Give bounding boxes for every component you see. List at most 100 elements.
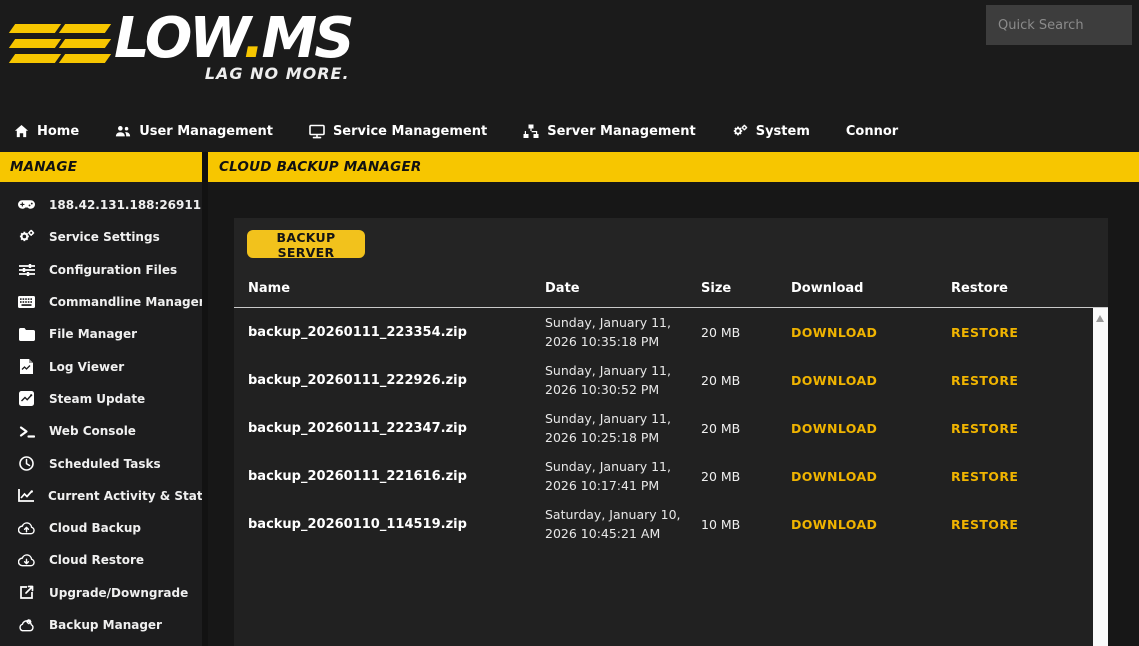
sidebar-item-label: File Manager (49, 327, 137, 341)
cloud-upload-icon (18, 522, 35, 535)
sidebar-item-cloud-backup[interactable]: Cloud Backup (0, 512, 202, 544)
cloud-gear-icon (18, 618, 35, 632)
restore-link[interactable]: RESTORE (951, 517, 1108, 532)
backup-filename: backup_20260111_221616.zip (248, 469, 545, 484)
sitemap-icon (523, 124, 539, 139)
nav-item-service-management[interactable]: Service Management (309, 124, 487, 139)
table-row: backup_20260111_223354.zip Sunday, Janua… (234, 308, 1108, 356)
main-content: BACKUP SERVER Name Date Size Download Re… (208, 182, 1139, 646)
backup-size: 10 MB (701, 517, 791, 532)
sidebar-item-upgrade-downgrade[interactable]: Upgrade/Downgrade (0, 577, 202, 609)
nav-item-user-management[interactable]: User Management (115, 124, 273, 139)
backup-size: 20 MB (701, 373, 791, 388)
backup-filename: backup_20260110_114519.zip (248, 517, 545, 532)
scroll-up-arrow-icon[interactable] (1096, 315, 1104, 322)
nav-item-label: Connor (846, 124, 898, 139)
nav-item-label: User Management (139, 124, 273, 139)
backup-server-button[interactable]: BACKUP SERVER (247, 230, 365, 258)
sidebar-item-current-activity-stats[interactable]: Current Activity & Stats (0, 480, 202, 512)
backup-date: Sunday, January 11, 2026 10:35:18 PM (545, 313, 701, 352)
backup-date: Sunday, January 11, 2026 10:30:52 PM (545, 361, 701, 400)
download-link[interactable]: DOWNLOAD (791, 469, 951, 484)
sidebar-item-label: 188.42.131.188:26911 (49, 198, 201, 212)
sidebar-title: MANAGE (10, 159, 77, 175)
backup-filename: backup_20260111_222926.zip (248, 373, 545, 388)
backup-filename: backup_20260111_223354.zip (248, 325, 545, 340)
restore-link[interactable]: RESTORE (951, 469, 1108, 484)
table-scrollbar[interactable] (1093, 308, 1108, 646)
sidebar-item-file-manager[interactable]: File Manager (0, 318, 202, 350)
gamepad-icon (18, 200, 35, 211)
column-header-size: Size (701, 281, 791, 296)
backup-date: Saturday, January 10, 2026 10:45:21 AM (545, 505, 701, 544)
sidebar-item-log-viewer[interactable]: Log Viewer (0, 350, 202, 382)
sidebar-item-backup-manager[interactable]: Backup Manager (0, 609, 202, 641)
table-row: backup_20260111_222347.zip Sunday, Janua… (234, 404, 1108, 452)
sidebar-item-label: Steam Update (49, 392, 145, 406)
users-icon (115, 124, 131, 138)
column-header-date: Date (545, 281, 701, 296)
sidebar-item-cloud-restore[interactable]: Cloud Restore (0, 544, 202, 576)
backup-size: 20 MB (701, 469, 791, 484)
sidebar-item-label: Current Activity & Stats (48, 489, 210, 503)
monitor-icon (309, 124, 325, 139)
sidebar-item-label: Web Console (49, 424, 136, 438)
sidebar-item-label: Upgrade/Downgrade (49, 586, 188, 600)
sidebar-item-label: Scheduled Tasks (49, 457, 161, 471)
activity-chart-icon (18, 489, 34, 502)
nav-item-label: Server Management (547, 124, 696, 139)
column-header-download: Download (791, 281, 951, 296)
column-header-name: Name (248, 281, 545, 296)
nav-item-system[interactable]: System (732, 124, 810, 139)
nav-item-server-management[interactable]: Server Management (523, 124, 696, 139)
backup-date: Sunday, January 11, 2026 10:17:41 PM (545, 457, 701, 496)
steam-icon (18, 391, 35, 406)
section-title-bars: MANAGE CLOUD BACKUP MANAGER (0, 152, 1139, 182)
nav-item-home[interactable]: Home (14, 124, 79, 139)
table-row: backup_20260110_114519.zip Saturday, Jan… (234, 500, 1108, 548)
restore-link[interactable]: RESTORE (951, 373, 1108, 388)
log-file-icon (18, 359, 35, 374)
restore-link[interactable]: RESTORE (951, 325, 1108, 340)
keyboard-icon (18, 296, 35, 308)
quick-search-input[interactable] (986, 5, 1132, 45)
table-row: backup_20260111_221616.zip Sunday, Janua… (234, 452, 1108, 500)
backup-date: Sunday, January 11, 2026 10:25:18 PM (545, 409, 701, 448)
logo-text: LOW.MS (114, 8, 352, 70)
sidebar-item-scheduled-tasks[interactable]: Scheduled Tasks (0, 447, 202, 479)
sidebar-item-commandline-manager[interactable]: Commandline Manager (0, 286, 202, 318)
top-nav: Home User Management Service Management … (0, 110, 1139, 152)
sidebar-item-label: Service Settings (49, 230, 160, 244)
sidebar-item-web-console[interactable]: Web Console (0, 415, 202, 447)
download-link[interactable]: DOWNLOAD (791, 373, 951, 388)
sidebar-item-label: Commandline Manager (49, 295, 205, 309)
nav-item-label: Home (37, 124, 79, 139)
sidebar-item-server-address[interactable]: 188.42.131.188:26911 (0, 189, 202, 221)
cloud-download-icon (18, 554, 35, 567)
restore-link[interactable]: RESTORE (951, 421, 1108, 436)
manage-sidebar: 188.42.131.188:26911 Service Settings Co… (0, 182, 202, 646)
lowms-logo[interactable]: LOW.MS LAG NO MORE. (12, 8, 352, 83)
table-header-row: Name Date Size Download Restore (234, 270, 1108, 308)
sidebar-item-label: Cloud Backup (49, 521, 141, 535)
nav-item-connor[interactable]: Connor (846, 124, 898, 139)
backup-size: 20 MB (701, 421, 791, 436)
sidebar-item-label: Cloud Restore (49, 553, 144, 567)
logo-dot: . (243, 6, 261, 71)
clock-icon (18, 456, 35, 471)
sidebar-title-bar: MANAGE (0, 152, 202, 182)
sidebar-item-steam-update[interactable]: Steam Update (0, 383, 202, 415)
download-link[interactable]: DOWNLOAD (791, 325, 951, 340)
download-link[interactable]: DOWNLOAD (791, 421, 951, 436)
sidebar-item-label: Configuration Files (49, 263, 177, 277)
page-title: CLOUD BACKUP MANAGER (219, 159, 421, 175)
sidebar-item-service-settings[interactable]: Service Settings (0, 221, 202, 253)
backup-filename: backup_20260111_222347.zip (248, 421, 545, 436)
nav-item-label: System (756, 124, 810, 139)
download-link[interactable]: DOWNLOAD (791, 517, 951, 532)
page-title-bar: CLOUD BACKUP MANAGER (208, 152, 1139, 182)
gears-icon (18, 229, 35, 245)
sidebar-item-configuration-files[interactable]: Configuration Files (0, 254, 202, 286)
backup-size: 20 MB (701, 325, 791, 340)
upgrade-icon (18, 585, 35, 600)
